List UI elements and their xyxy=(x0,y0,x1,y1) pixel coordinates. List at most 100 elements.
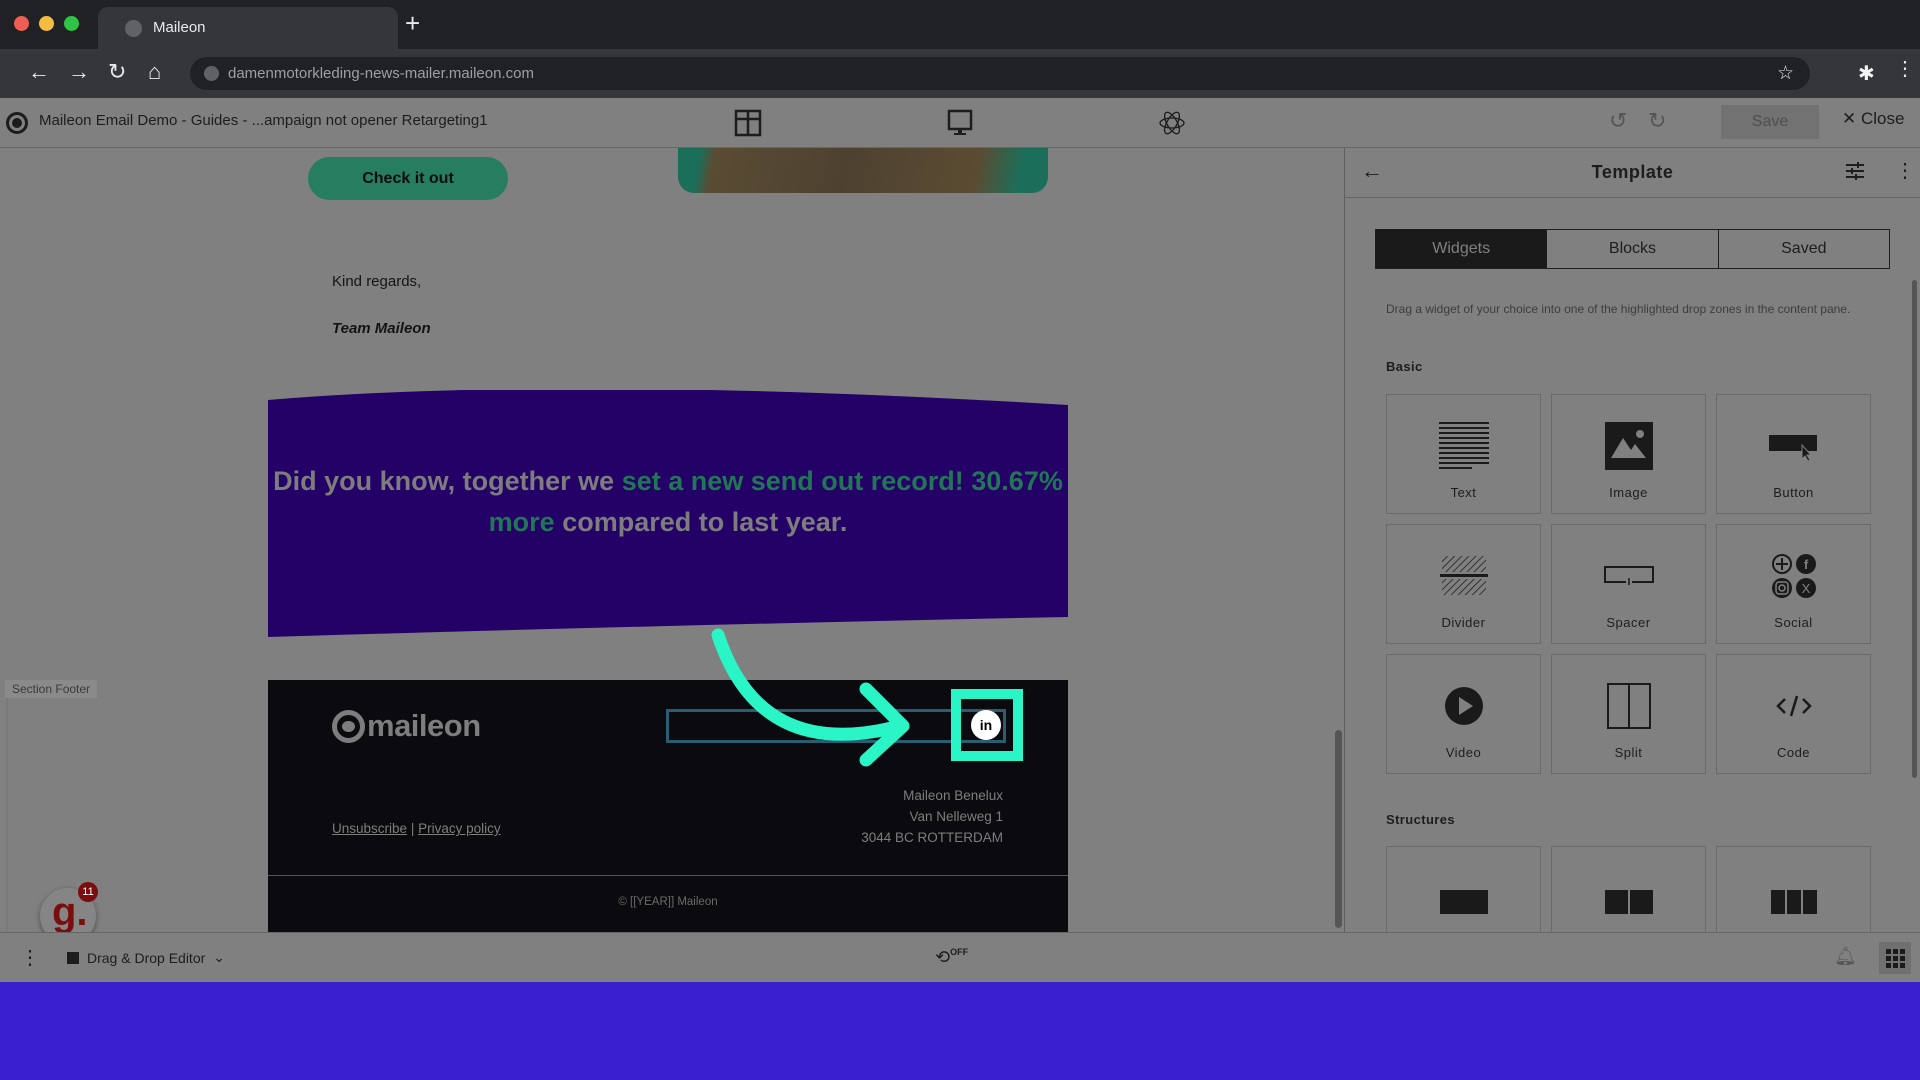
structure-one-column[interactable] xyxy=(1386,846,1541,932)
home-button[interactable]: ⌂ xyxy=(148,61,161,83)
unsubscribe-link[interactable]: Unsubscribe xyxy=(332,821,407,836)
panel-tabs: Widgets Blocks Saved xyxy=(1375,229,1890,269)
browser-tab[interactable]: Maileon xyxy=(98,7,398,49)
site-info-icon[interactable] xyxy=(204,66,219,81)
new-tab-button[interactable]: + xyxy=(405,10,420,36)
autosave-toggle[interactable]: ⟲OFF xyxy=(935,947,968,968)
email-canvas[interactable]: Check it out Kind regards, Team Maileon … xyxy=(0,148,1344,932)
editor-mode-label: Drag & Drop Editor xyxy=(87,949,206,966)
footer-logo: maileon xyxy=(332,708,481,744)
widget-label: Button xyxy=(1773,485,1814,500)
address-bar[interactable]: damenmotorkleding-news-mailer.maileon.co… xyxy=(190,57,1810,90)
widget-label: Spacer xyxy=(1606,615,1651,630)
linkedin-icon[interactable]: in xyxy=(971,710,1001,740)
desktop-preview-icon[interactable] xyxy=(945,108,975,138)
editor-mode-dropdown[interactable]: Drag & Drop Editor ⌄ xyxy=(67,949,225,966)
apps-grid-icon[interactable] xyxy=(1879,942,1911,974)
footer-address: Maileon Benelux Van Nelleweg 1 3044 BC R… xyxy=(861,785,1003,848)
close-button[interactable]: ✕ Close xyxy=(1842,109,1904,129)
tab-widgets[interactable]: Widgets xyxy=(1376,230,1547,268)
link-separator: | xyxy=(410,821,415,836)
redo-button[interactable]: ↻ xyxy=(1648,108,1666,134)
widget-image[interactable]: Image xyxy=(1551,394,1706,514)
banner-text-part2: compared to last year. xyxy=(554,507,848,537)
notifications-bell-icon[interactable]: 🔔︎ xyxy=(1834,946,1857,967)
video-icon xyxy=(1387,681,1540,731)
widget-split[interactable]: Split xyxy=(1551,654,1706,774)
email-photo[interactable] xyxy=(678,148,1048,193)
structures-heading: Structures xyxy=(1386,812,1456,827)
window-maximize-button[interactable] xyxy=(64,16,79,31)
widget-code[interactable]: Code xyxy=(1716,654,1871,774)
extensions-puzzle-icon[interactable]: ✱ xyxy=(1858,61,1875,86)
browser-menu-icon[interactable]: ⋮ xyxy=(1895,59,1915,79)
closing-text[interactable]: Kind regards, xyxy=(332,273,421,290)
autosave-icon: ⟲ xyxy=(935,947,951,967)
stats-banner-text[interactable]: Did you know, together we set a new send… xyxy=(268,461,1068,543)
check-it-out-button[interactable]: Check it out xyxy=(308,157,508,200)
widget-video[interactable]: Video xyxy=(1386,654,1541,774)
copyright-text: © [[YEAR]] Maileon xyxy=(618,896,718,908)
widget-label: Split xyxy=(1614,745,1643,760)
bookmark-star-icon[interactable]: ☆ xyxy=(1777,62,1794,85)
reload-button[interactable]: ↻ xyxy=(108,61,126,83)
url-text[interactable]: damenmotorkleding-news-mailer.maileon.co… xyxy=(228,65,534,82)
structure-three-columns[interactable] xyxy=(1716,846,1871,932)
window-close-button[interactable] xyxy=(14,16,29,31)
close-icon: ✕ xyxy=(1842,109,1857,128)
widget-grid: Text Image Button Divider Spacer f X Soc… xyxy=(1386,394,1871,774)
window-minimize-button[interactable] xyxy=(39,16,54,31)
spacer-icon xyxy=(1552,551,1705,601)
maileon-logo-icon[interactable] xyxy=(6,112,28,134)
svg-text:f: f xyxy=(1803,557,1808,572)
browser-toolbar: ← → ↻ ⌂ damenmotorkleding-news-mailer.ma… xyxy=(0,49,1920,98)
text-icon xyxy=(1387,421,1540,471)
tune-settings-icon[interactable] xyxy=(1845,162,1865,180)
tab-blocks[interactable]: Blocks xyxy=(1546,230,1717,268)
banner-text-part1: Did you know, together we xyxy=(273,466,622,496)
signature-text[interactable]: Team Maileon xyxy=(332,320,431,337)
layout-icon[interactable] xyxy=(733,108,763,138)
code-icon xyxy=(1717,681,1870,731)
svg-text:X: X xyxy=(1801,581,1810,596)
street: Van Nelleweg 1 xyxy=(909,809,1003,824)
bottom-menu-icon[interactable]: ⋮ xyxy=(20,945,40,970)
footer-links: Unsubscribe | Privacy policy xyxy=(332,821,501,836)
structure-two-columns[interactable] xyxy=(1551,846,1706,932)
widget-label: Divider xyxy=(1441,615,1486,630)
footer-logo-text: maileon xyxy=(367,708,481,743)
widget-label: Video xyxy=(1445,745,1482,760)
structure-grid xyxy=(1386,846,1871,932)
widget-label: Image xyxy=(1609,485,1648,500)
panel-scrollbar[interactable] xyxy=(1912,280,1917,778)
save-button[interactable]: Save xyxy=(1721,105,1819,139)
editor-icon xyxy=(67,951,79,964)
chevron-down-icon: ⌄ xyxy=(213,949,226,965)
privacy-policy-link[interactable]: Privacy policy xyxy=(418,821,501,836)
guide-notification-badge: 11 xyxy=(78,882,98,902)
widget-text[interactable]: Text xyxy=(1386,394,1541,514)
panel-more-icon[interactable]: ⋮ xyxy=(1895,158,1915,183)
company-name: Maileon Benelux xyxy=(903,788,1003,803)
bottom-bar: ⋮ Drag & Drop Editor ⌄ ⟲OFF 🔔︎ xyxy=(0,932,1920,982)
widget-label: Social xyxy=(1774,615,1813,630)
back-button[interactable]: ← xyxy=(28,61,50,83)
undo-button[interactable]: ↺ xyxy=(1609,108,1627,134)
widget-divider[interactable]: Divider xyxy=(1386,524,1541,644)
one-column-icon xyxy=(1387,877,1540,927)
tab-title: Maileon xyxy=(153,19,206,36)
widget-button[interactable]: Button xyxy=(1716,394,1871,514)
three-columns-icon xyxy=(1717,877,1870,927)
app-header: Maileon Email Demo - Guides - ...ampaign… xyxy=(0,98,1920,148)
atom-icon[interactable] xyxy=(1157,108,1187,138)
canvas-scrollbar[interactable] xyxy=(1335,730,1342,928)
widget-spacer[interactable]: Spacer xyxy=(1551,524,1706,644)
widget-social[interactable]: f X Social xyxy=(1716,524,1871,644)
section-footer-label: Section Footer xyxy=(5,680,98,698)
tab-saved[interactable]: Saved xyxy=(1717,230,1889,268)
browser-tab-bar: Maileon + xyxy=(0,0,1920,49)
email-footer[interactable]: maileon in Maileon Benelux Van Nelleweg … xyxy=(268,680,1068,932)
divider-icon xyxy=(1387,551,1540,601)
forward-button[interactable]: → xyxy=(68,61,90,83)
template-panel: ← Template ⋮ Widgets Blocks Saved Drag a… xyxy=(1345,148,1920,932)
